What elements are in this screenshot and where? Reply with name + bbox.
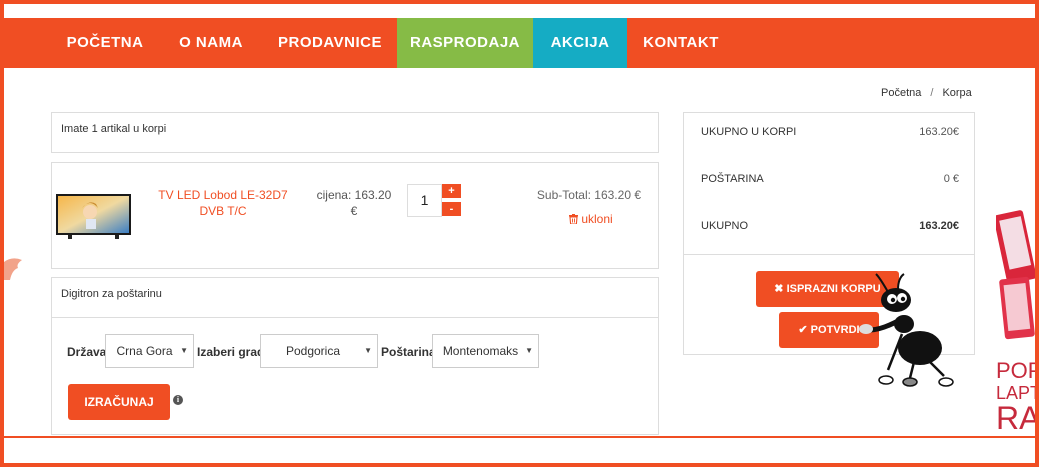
cart-count-panel: Imate 1 artikal u korpi (51, 112, 659, 153)
product-name-link[interactable]: TV LED Lobod LE-32D7 DVB T/C (158, 187, 288, 219)
city-value: Podgorica (285, 344, 341, 358)
chevron-down-icon: ▼ (525, 346, 533, 355)
postage-label: Poštarina (381, 345, 436, 359)
shipping-title: Digitron za poštarinu (61, 288, 162, 300)
country-value: Crna Gora (116, 344, 173, 358)
frame-divider (0, 436, 1039, 438)
breadcrumb-separator: / (930, 87, 934, 99)
shipping-header: Digitron za poštarinu (52, 278, 658, 318)
cart-count-text: Imate 1 artikal u korpi (61, 123, 167, 135)
postage-select[interactable]: Montenomaks ▼ (432, 334, 539, 368)
promo-line-1: POP (996, 358, 1039, 383)
remove-label: ukloni (581, 212, 613, 226)
pointing-hand-icon (4, 258, 22, 280)
laptop-promo-image[interactable] (996, 208, 1035, 348)
breadcrumb: Početna / Korpa (881, 87, 972, 99)
nav-item-akcija[interactable]: AKCIJA (533, 18, 627, 68)
summary-value: 163.20€ (919, 126, 959, 138)
summary-label: POŠTARINA (701, 173, 764, 185)
chevron-down-icon: ▼ (364, 346, 372, 355)
info-icon[interactable]: i (173, 395, 183, 405)
remove-item-link[interactable]: ukloni (569, 212, 613, 226)
nav-item-rasprodaja[interactable]: RASPRODAJA (397, 18, 533, 68)
product-price: cijena: 163.20 € (316, 188, 392, 218)
ant-mascot-image (859, 273, 954, 387)
nav-item-o-nama[interactable]: O NAMA (163, 18, 259, 68)
quantity-minus-button[interactable]: - (442, 202, 461, 216)
promo-line-3: RA (996, 400, 1039, 436)
summary-value: 163.20€ (919, 220, 959, 232)
product-image[interactable] (56, 194, 131, 240)
summary-label: UKUPNO (701, 220, 749, 232)
nav-item-kontakt[interactable]: KONTAKT (633, 18, 729, 68)
country-label: Država (67, 345, 107, 359)
shipping-calculator: Digitron za poštarinu Država Crna Gora ▼ … (51, 277, 659, 435)
item-subtotal: Sub-Total: 163.20 € (536, 188, 641, 202)
main-nav: POČETNA O NAMA PRODAVNICE RASPRODAJA AKC… (0, 18, 1039, 68)
breadcrumb-home[interactable]: Početna (881, 87, 921, 99)
country-select[interactable]: Crna Gora ▼ (105, 334, 194, 368)
trash-icon (569, 214, 578, 225)
summary-label: UKUPNO U KORPI (701, 126, 797, 138)
nav-item-prodavnice[interactable]: PRODAVNICE (269, 18, 391, 68)
summary-row-total: UKUPNO 163.20€ (701, 220, 959, 232)
summary-row-cart-total: UKUPNO U KORPI 163.20€ (701, 126, 959, 138)
quantity-plus-button[interactable]: + (442, 184, 461, 198)
nav-item-pocetna[interactable]: POČETNA (52, 18, 158, 68)
city-select[interactable]: Podgorica ▼ (260, 334, 378, 368)
summary-divider (684, 254, 974, 255)
chevron-down-icon: ▼ (180, 346, 188, 355)
summary-row-postage: POŠTARINA 0 € (701, 173, 959, 185)
breadcrumb-current: Korpa (942, 87, 972, 99)
cart-item-row: TV LED Lobod LE-32D7 DVB T/C cijena: 163… (51, 162, 659, 269)
postage-value: Montenomaks (442, 344, 519, 358)
summary-value: 0 € (943, 173, 959, 185)
city-label: Izaberi grad (197, 345, 265, 359)
calculate-button[interactable]: IZRAČUNAJ (68, 384, 170, 420)
quantity-input[interactable]: 1 (407, 184, 442, 217)
